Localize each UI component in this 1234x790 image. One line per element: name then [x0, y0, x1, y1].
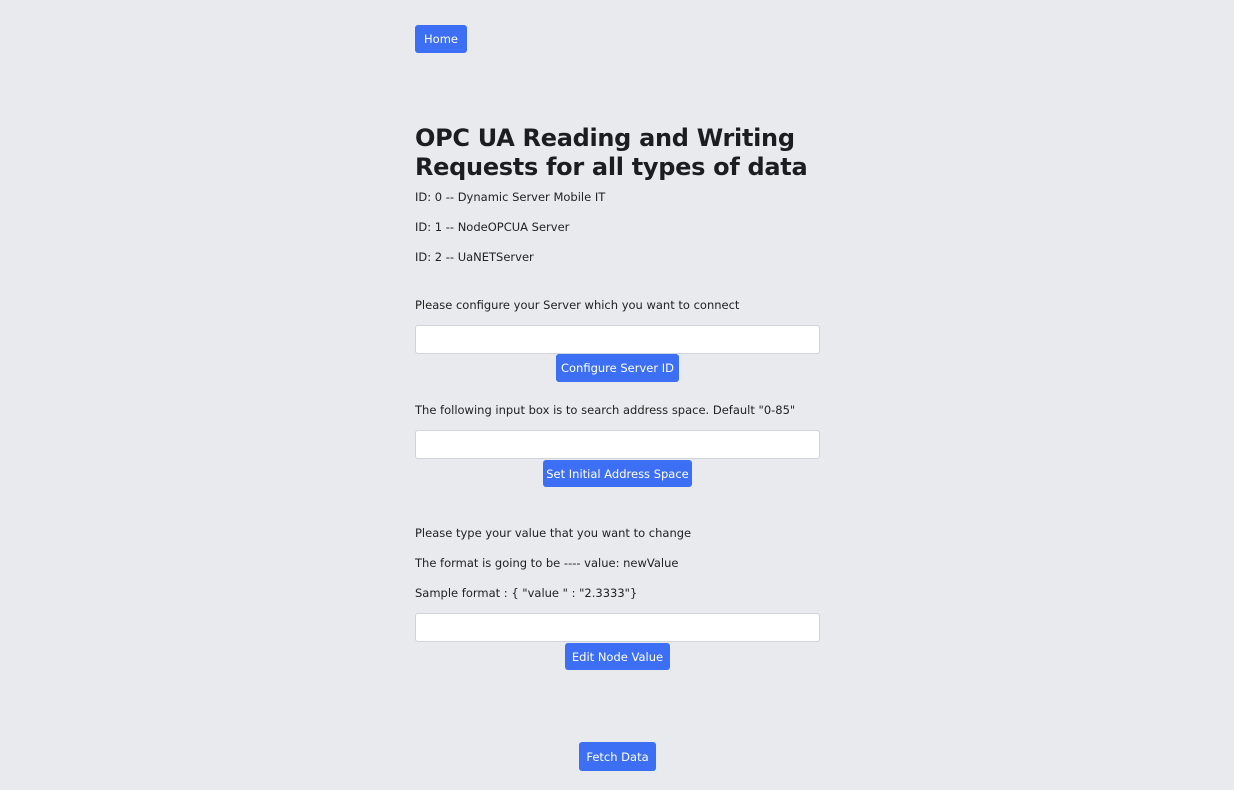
server-id-0: ID: 0 -- Dynamic Server Mobile IT [415, 190, 606, 204]
node-value-input[interactable] [415, 613, 820, 642]
configure-server-id-button[interactable]: Configure Server ID [556, 354, 679, 382]
set-initial-address-space-button[interactable]: Set Initial Address Space [543, 460, 692, 487]
page-title: OPC UA Reading and Writing Requests for … [415, 124, 808, 181]
home-button[interactable]: Home [415, 25, 467, 53]
server-id-1: ID: 1 -- NodeOPCUA Server [415, 220, 570, 234]
address-space-instruction: The following input box is to search add… [415, 403, 796, 417]
edit-sample-format: Sample format : { "value " : "2.3333"} [415, 586, 638, 600]
address-space-input[interactable] [415, 430, 820, 459]
server-id-2: ID: 2 -- UaNETServer [415, 250, 534, 264]
fetch-data-button[interactable]: Fetch Data [579, 742, 656, 771]
edit-node-value-button[interactable]: Edit Node Value [565, 643, 670, 670]
edit-format: The format is going to be ---- value: ne… [415, 556, 679, 570]
configure-instruction: Please configure your Server which you w… [415, 298, 740, 312]
edit-instruction: Please type your value that you want to … [415, 526, 692, 540]
server-id-input[interactable] [415, 325, 820, 354]
